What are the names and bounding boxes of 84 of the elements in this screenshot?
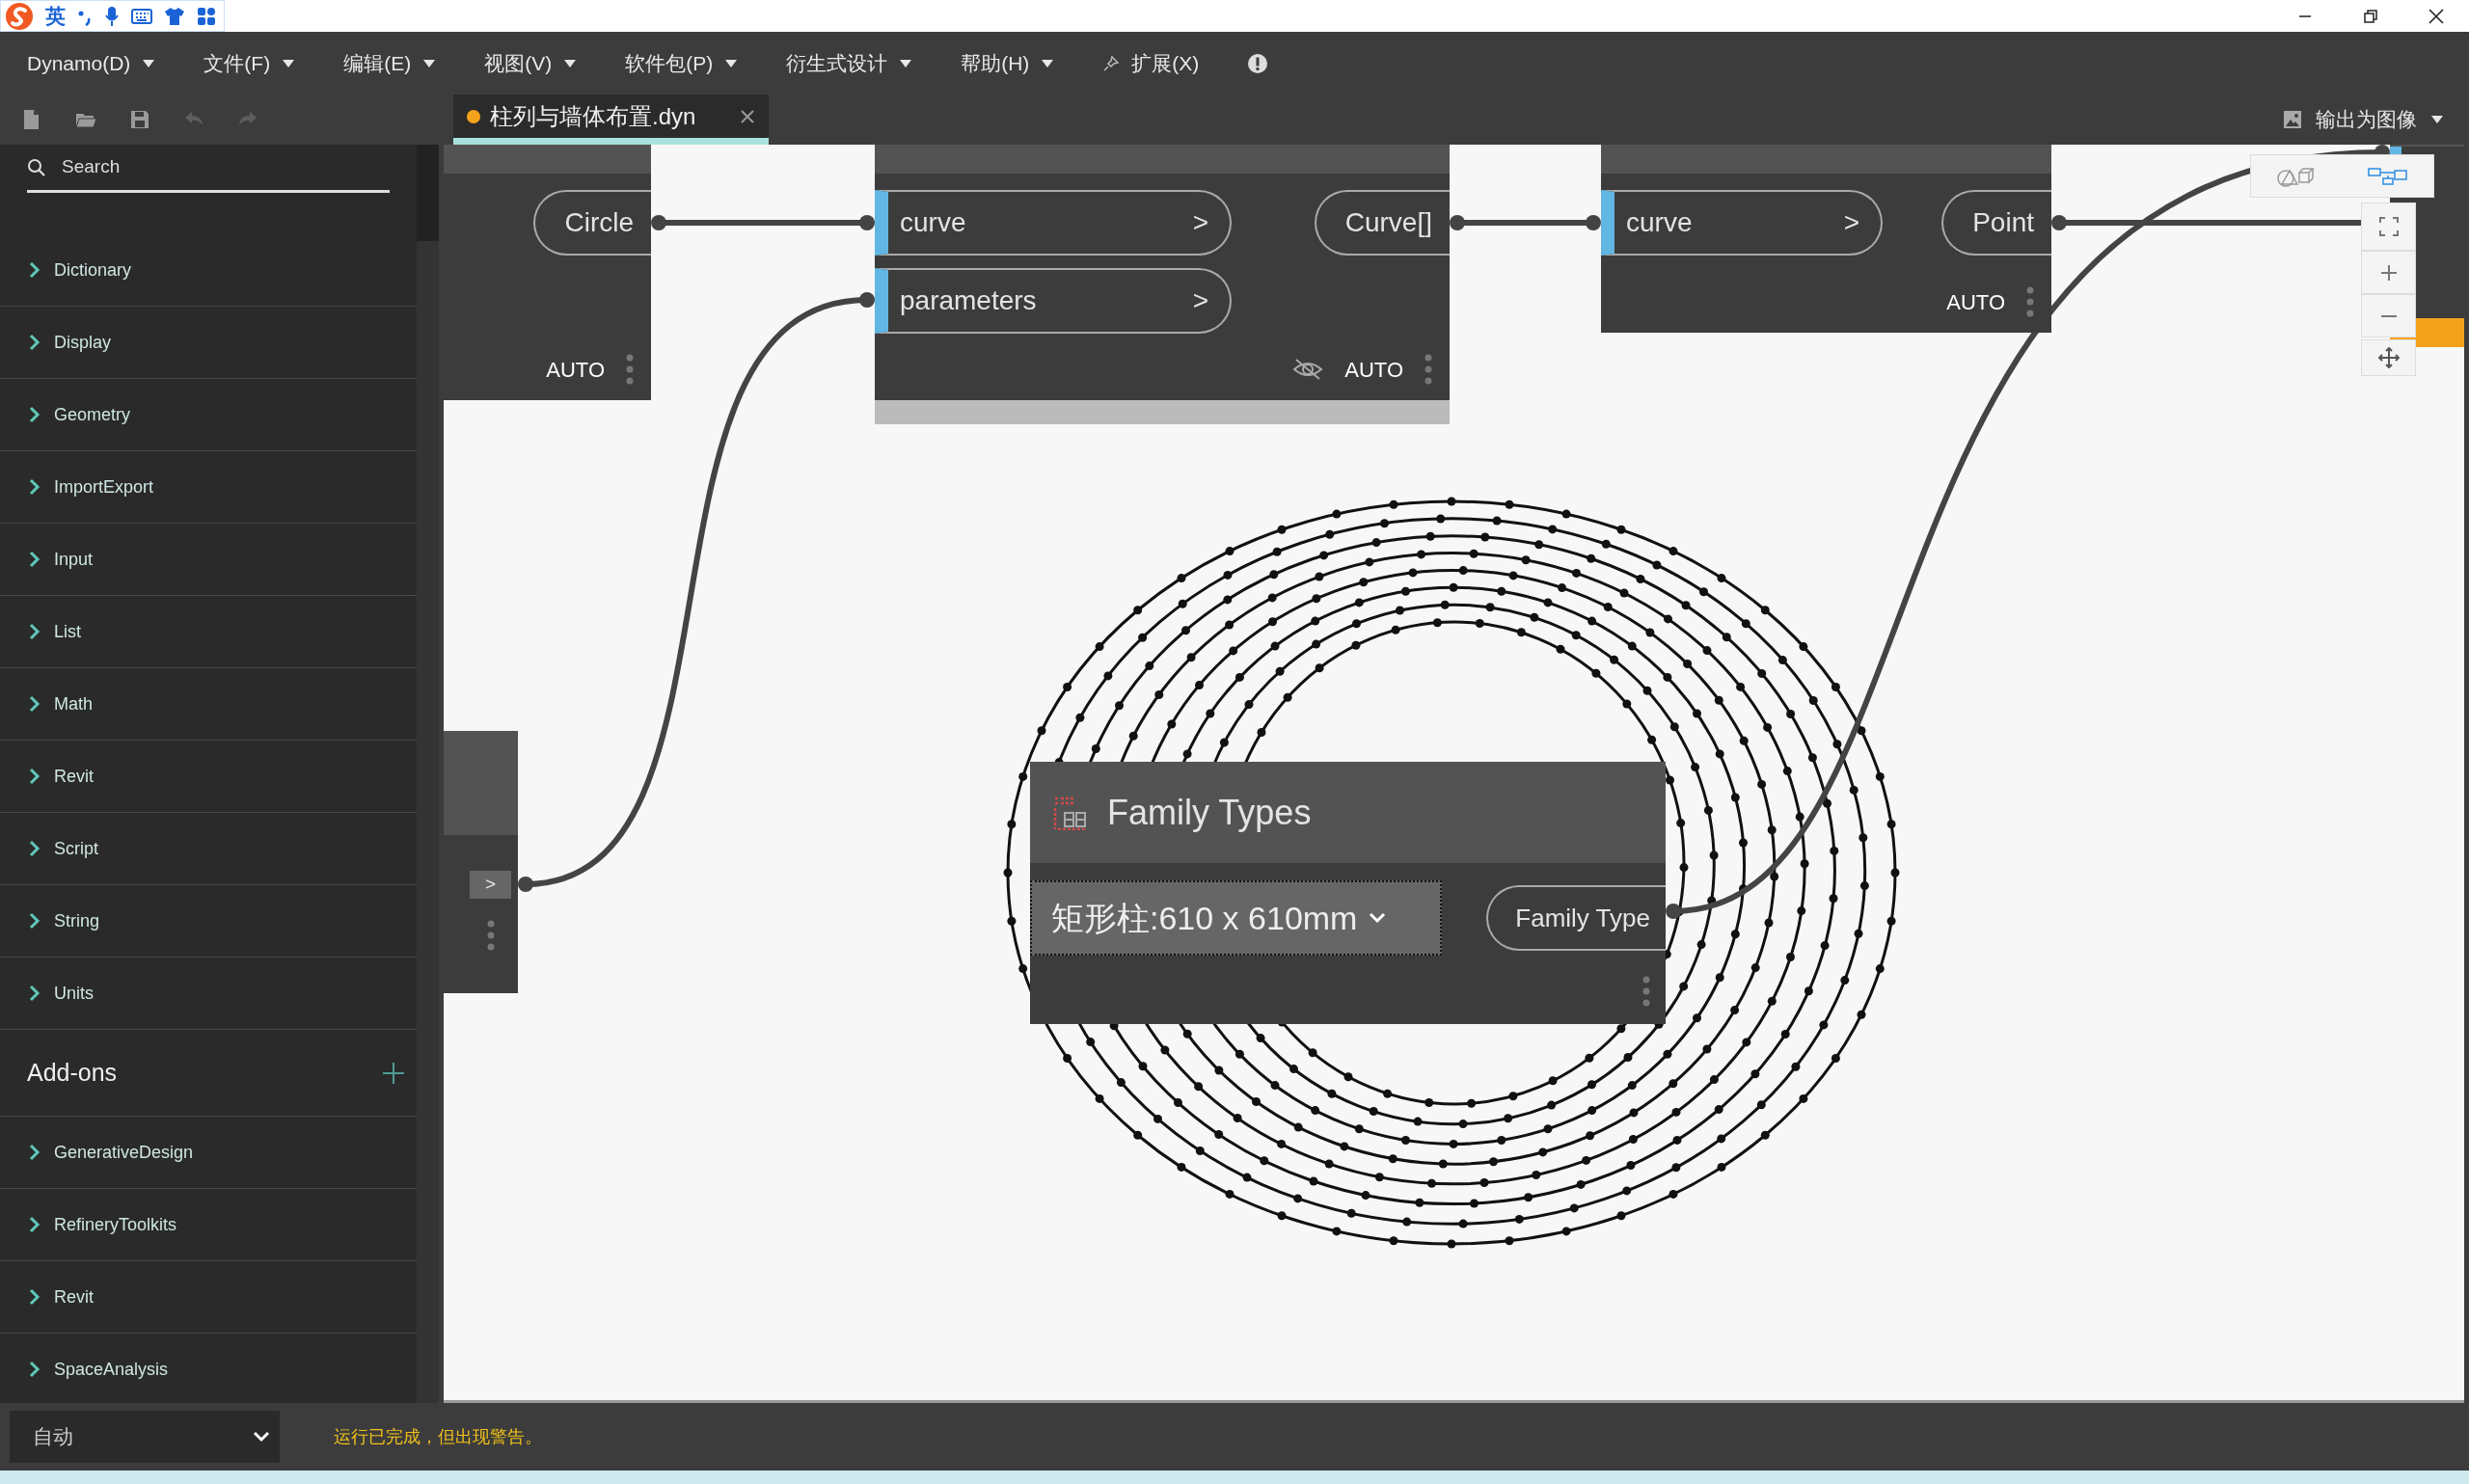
eye-off-icon[interactable]	[1292, 358, 1324, 381]
document-tab[interactable]: 柱列与墙体布置.dyn	[453, 94, 769, 145]
run-mode-label: AUTO	[1946, 288, 2005, 316]
chevron-icon	[29, 334, 41, 351]
chevron-icon	[29, 912, 41, 930]
output-port-button[interactable]: >	[470, 871, 511, 899]
pin-icon	[1102, 54, 1121, 72]
chevron-icon	[29, 406, 41, 423]
view-toggle[interactable]	[2250, 154, 2434, 198]
port-label: curve	[900, 206, 966, 239]
family-types-icon	[1053, 795, 1088, 830]
output-port: Curve[]	[1314, 190, 1450, 256]
menu-item[interactable]: 扩展(X)	[1102, 47, 1200, 79]
menu-item[interactable]: Dynamo(D)	[27, 47, 156, 79]
pan-button[interactable]	[2361, 339, 2416, 376]
restore-icon[interactable]	[2363, 8, 2378, 24]
port-label: parameters	[900, 284, 1037, 317]
output-port: Point	[1941, 190, 2051, 256]
caret-icon	[282, 58, 296, 68]
port-arrow: >	[1192, 206, 1208, 239]
caret-icon	[899, 58, 913, 68]
section-title: Add-ons	[27, 1057, 118, 1088]
chevron-icon	[29, 1288, 41, 1306]
run-mode-label: AUTO	[546, 356, 605, 384]
more-icon[interactable]	[1642, 976, 1650, 1007]
chevron-icon	[29, 985, 41, 1002]
shirt-icon[interactable]	[164, 6, 185, 26]
ime-language-toggle[interactable]: 英	[45, 0, 66, 32]
chevron-icon	[29, 623, 41, 640]
more-icon[interactable]	[1424, 354, 1432, 385]
chevron-icon	[29, 695, 41, 713]
zoom-fit-icon[interactable]	[2377, 216, 2400, 237]
port-arrow: >	[1192, 284, 1208, 317]
chevron-icon	[29, 551, 41, 568]
menu-item[interactable]: 编辑(E)	[343, 47, 437, 79]
grid-icon[interactable]	[197, 6, 216, 26]
scrollbar[interactable]	[417, 145, 439, 1403]
port-label: curve	[1626, 206, 1693, 239]
caret-icon	[724, 58, 739, 68]
caret-icon	[563, 58, 578, 68]
menu-item[interactable]: 帮助(H)	[961, 47, 1055, 79]
status-message: 运行已完成，但出现警告。	[334, 1425, 542, 1448]
caret-icon	[1041, 58, 1055, 68]
export-image-button[interactable]: 输出为图像	[2277, 94, 2469, 145]
node-title: Family Types	[1106, 791, 1312, 834]
close-icon[interactable]	[2428, 7, 2445, 25]
search-icon	[27, 157, 46, 177]
chevron-icon	[29, 768, 41, 785]
caret-icon	[142, 58, 156, 68]
zoom-fit-button[interactable]	[2361, 202, 2416, 251]
search-field[interactable]: Search	[60, 152, 349, 182]
chevron-icon	[29, 1361, 41, 1378]
more-icon[interactable]	[2026, 286, 2034, 317]
chevron-icon	[29, 840, 41, 857]
more-icon[interactable]	[487, 920, 495, 951]
menu-item[interactable]: 衍生式设计	[786, 47, 913, 79]
image-icon	[2283, 110, 2302, 129]
output-port: Family Type	[1486, 885, 1666, 951]
caret-icon	[422, 58, 437, 68]
chevron-icon	[29, 478, 41, 496]
chevron-icon	[29, 1144, 41, 1161]
alert-icon[interactable]	[1247, 52, 1269, 74]
menu-item[interactable]: 文件(F)	[203, 47, 296, 79]
output-port: Circle	[533, 190, 651, 256]
chevron-icon	[29, 1216, 41, 1233]
save-icon[interactable]	[129, 109, 150, 130]
add-icon[interactable]	[382, 1061, 405, 1085]
run-mode-label: AUTO	[1344, 356, 1403, 384]
chevron-down-icon	[253, 1431, 270, 1443]
pan-icon[interactable]	[2377, 347, 2400, 368]
input-port	[2390, 147, 2401, 154]
menu-item[interactable]: 软件包(P)	[625, 47, 739, 79]
chevron-down-icon	[1369, 912, 1387, 924]
more-icon[interactable]	[626, 354, 634, 385]
microphone-icon[interactable]	[104, 5, 120, 27]
port-arrow: >	[1843, 206, 1859, 239]
chevron-icon	[29, 261, 41, 279]
ime-logo-icon[interactable]	[5, 1, 34, 31]
zoom-in-button[interactable]	[2361, 251, 2416, 294]
family-type-dropdown[interactable]: 矩形柱:610 x 610mm	[1030, 880, 1442, 956]
menu-item[interactable]: 视图(V)	[484, 47, 578, 79]
run-mode-dropdown[interactable]: 自动	[10, 1411, 280, 1463]
caret-icon	[2430, 115, 2444, 124]
keyboard-icon[interactable]	[131, 8, 152, 24]
